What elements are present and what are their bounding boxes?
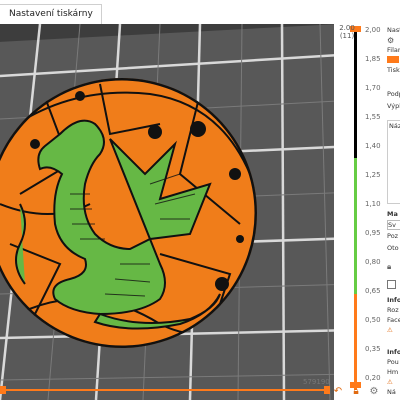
tick-label: 0,20 bbox=[365, 374, 381, 382]
panel-line: Pou bbox=[387, 358, 399, 366]
panel-line: Výpln bbox=[387, 102, 400, 110]
lock-icon[interactable]: 🔒︎ bbox=[350, 386, 362, 398]
tick-label: 1,55 bbox=[365, 113, 381, 121]
warning-icon: ⚠ bbox=[387, 326, 393, 334]
tick-label: 0,65 bbox=[365, 287, 381, 295]
panel-line: Face bbox=[387, 316, 400, 324]
tick-label: 1,70 bbox=[365, 84, 381, 92]
horizontal-slider-value: 579190 bbox=[303, 378, 330, 386]
panel-line: Roz bbox=[387, 306, 399, 314]
panel-line: Podp bbox=[387, 90, 400, 98]
3d-viewport[interactable] bbox=[0, 24, 356, 400]
right-settings-panel: Nastav ⚙ Filam Tiskár Podp Výpln Náz Ma … bbox=[386, 24, 400, 400]
panel-line: Poz bbox=[387, 232, 399, 240]
tick-label: 1,40 bbox=[365, 142, 381, 150]
panel-heading: Info bbox=[387, 296, 400, 304]
tick-label: 0,95 bbox=[365, 229, 381, 237]
object-list[interactable]: Náz bbox=[387, 120, 400, 204]
horizontal-slider[interactable]: 579190 bbox=[0, 378, 330, 400]
panel-line: Nastav bbox=[387, 26, 400, 34]
tick-label: 2,00 bbox=[365, 26, 381, 34]
panel-heading: Ma bbox=[387, 210, 398, 218]
horizontal-slider-track bbox=[6, 389, 328, 391]
settings-icon[interactable]: ⚙ bbox=[368, 386, 380, 398]
tick-label: 1,85 bbox=[365, 55, 381, 63]
tick-label: 0,35 bbox=[365, 345, 381, 353]
print-bed-scene bbox=[0, 24, 356, 400]
tick-label: 0,80 bbox=[365, 258, 381, 266]
layer-slider-panel bbox=[334, 24, 388, 400]
panel-line: Tiskár bbox=[387, 66, 400, 74]
checkbox[interactable] bbox=[387, 280, 396, 289]
warning-icon: ⚠ bbox=[387, 378, 393, 386]
horizontal-slider-right-handle[interactable] bbox=[324, 386, 330, 394]
gear-icon[interactable]: ⚙ bbox=[387, 36, 394, 45]
tick-label: 1,25 bbox=[365, 171, 381, 179]
tick-label: 1,10 bbox=[365, 200, 381, 208]
panel-select[interactable]: Sv bbox=[387, 220, 400, 230]
panel-line: Oto bbox=[387, 244, 399, 252]
layer-slider[interactable] bbox=[334, 24, 388, 400]
tick-label: 0,50 bbox=[365, 316, 381, 324]
horizontal-slider-left-handle[interactable] bbox=[0, 386, 6, 394]
undo-icon[interactable]: ↶ bbox=[332, 386, 344, 398]
panel-line: Ná bbox=[387, 388, 396, 396]
panel-line: Filam bbox=[387, 46, 400, 54]
tab-printer-settings[interactable]: Nastavení tiskárny bbox=[0, 4, 102, 24]
panel-line: Hm bbox=[387, 368, 399, 376]
lock-icon[interactable]: 🔒︎ bbox=[387, 262, 391, 272]
top-layer-value: 2.00 (11) bbox=[339, 24, 355, 40]
filament-color-swatch[interactable] bbox=[387, 56, 399, 63]
panel-heading: Info bbox=[387, 348, 400, 356]
tab-bar: Nastavení tiskárny bbox=[0, 0, 400, 25]
